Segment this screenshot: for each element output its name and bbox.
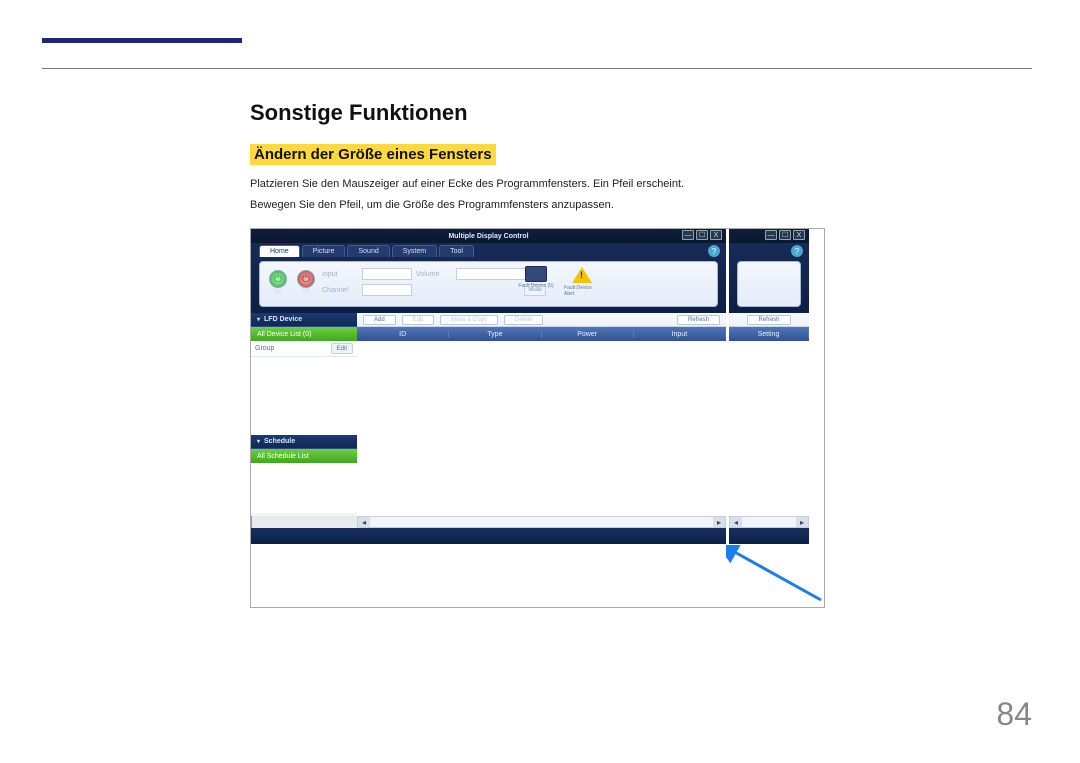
sidebar: ▾LFD Device All Device List (0) Group Ed… <box>251 313 357 516</box>
tab-tool[interactable]: Tool <box>439 245 474 257</box>
resize-arrow-annotation <box>726 545 826 605</box>
column-header: ID Type Power Input <box>357 327 726 341</box>
tab-home[interactable]: Home <box>259 245 300 257</box>
alert-label: Fault Device Alert <box>564 285 600 297</box>
sidebar-edit-button[interactable]: Edit <box>331 343 353 354</box>
volume-label: Volume <box>416 271 452 278</box>
mdc2-toolbar: ? <box>729 243 809 313</box>
window2-minimize[interactable]: — <box>765 230 777 240</box>
chevron-down-icon: ▾ <box>257 438 260 445</box>
window2-close[interactable]: X <box>793 230 805 240</box>
refresh-button-2[interactable]: Refresh <box>747 315 790 325</box>
action-bar: Add Edit Move & Copy Delete Refresh <box>357 313 726 327</box>
mdc-window-secondary: — ☐ X ? Refresh Setting ◂ ▸ <box>729 229 809 544</box>
mdc2-titlebar: — ☐ X <box>729 229 809 243</box>
data-grid <box>357 341 726 516</box>
power-on-icon[interactable]: ⏻ <box>269 270 287 288</box>
paragraph-1: Platzieren Sie den Mauszeiger auf einer … <box>250 175 1020 194</box>
tab-sound[interactable]: Sound <box>347 245 389 257</box>
channel-select[interactable] <box>362 284 412 296</box>
footer-bar-2 <box>729 528 809 544</box>
top-divider <box>42 68 1032 69</box>
input-select[interactable] <box>362 268 412 280</box>
col-setting: Setting <box>729 331 809 338</box>
sidebar-group-label: Group <box>255 345 274 352</box>
embedded-screenshot: Multiple Display Control — ☐ X Home Pict… <box>250 228 825 608</box>
horizontal-scrollbar-2[interactable]: ◂ ▸ <box>729 516 809 528</box>
fault-device-label: Fault Device (0) <box>518 283 553 289</box>
tab-system[interactable]: System <box>392 245 437 257</box>
toolbar-panel-2 <box>737 261 801 307</box>
sidebar-lfd-header[interactable]: ▾LFD Device <box>251 313 357 327</box>
mdc-window: Multiple Display Control — ☐ X Home Pict… <box>251 229 726 544</box>
window2-maximize[interactable]: ☐ <box>779 230 791 240</box>
window-minimize[interactable]: — <box>682 230 694 240</box>
sidebar-all-schedule[interactable]: All Schedule List <box>251 449 357 463</box>
input-label: Input <box>322 271 358 278</box>
sidebar-schedule-header[interactable]: ▾Schedule <box>251 435 357 449</box>
sidebar-group-row: Group Edit <box>251 341 357 357</box>
power-on-label: On <box>274 289 282 295</box>
scroll-track[interactable] <box>742 517 796 527</box>
data-grid-2 <box>729 341 809 516</box>
col-power: Power <box>542 331 634 338</box>
scroll-right-icon[interactable]: ▸ <box>796 517 808 527</box>
window-close[interactable]: X <box>710 230 722 240</box>
delete-button[interactable]: Delete <box>504 315 543 325</box>
mdc-toolbar: Home Picture Sound System Tool ? ⏻ On ⏻ <box>251 243 726 313</box>
page-number: 84 <box>996 696 1032 733</box>
col-input: Input <box>634 331 726 338</box>
page-subheading: Ändern der Größe eines Fensters <box>250 144 496 165</box>
scroll-right-icon[interactable]: ▸ <box>713 517 725 527</box>
paragraph-2: Bewegen Sie den Pfeil, um die Größe des … <box>250 196 1020 215</box>
horizontal-scrollbar[interactable]: ◂ ▸ <box>357 516 726 528</box>
mdc-titlebar: Multiple Display Control — ☐ X <box>251 229 726 243</box>
chevron-down-icon: ▾ <box>257 316 260 323</box>
volume-slider[interactable] <box>456 268 526 280</box>
scroll-left-icon[interactable]: ◂ <box>358 517 370 527</box>
refresh-button[interactable]: Refresh <box>677 315 720 325</box>
mdc-title: Multiple Display Control <box>448 233 528 240</box>
window-maximize[interactable]: ☐ <box>696 230 708 240</box>
scroll-left-icon[interactable]: ◂ <box>730 517 742 527</box>
sidebar-all-devices[interactable]: All Device List (0) <box>251 327 357 341</box>
column-header-2: Setting <box>729 327 809 341</box>
toolbar-panel: ⏻ On ⏻ Off Input Volume <box>259 261 718 307</box>
action-bar-2: Refresh <box>729 313 809 327</box>
col-id: ID <box>357 331 449 338</box>
channel-label: Channel <box>322 287 358 294</box>
alert-icon <box>571 266 593 284</box>
help-icon[interactable]: ? <box>791 245 803 257</box>
footer-bar <box>251 528 726 544</box>
move-copy-button[interactable]: Move & Copy <box>440 315 498 325</box>
power-off-label: Off <box>302 289 310 295</box>
col-type: Type <box>449 331 541 338</box>
add-button[interactable]: Add <box>363 315 396 325</box>
page-heading: Sonstige Funktionen <box>250 100 1020 126</box>
tab-picture[interactable]: Picture <box>302 245 346 257</box>
power-off-icon[interactable]: ⏻ <box>297 270 315 288</box>
help-icon[interactable]: ? <box>708 245 720 257</box>
edit-button[interactable]: Edit <box>402 315 434 325</box>
scroll-track[interactable] <box>370 517 713 527</box>
fault-device-icon <box>525 266 547 282</box>
accent-bar <box>42 38 242 43</box>
